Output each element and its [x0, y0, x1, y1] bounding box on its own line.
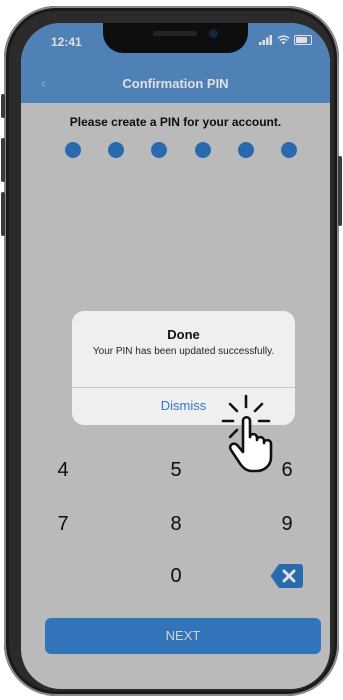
keypad-key-4[interactable]: 4	[33, 455, 93, 485]
front-camera	[209, 29, 218, 38]
volume-down-button	[1, 192, 5, 236]
mute-switch	[1, 94, 5, 118]
pin-dot	[194, 142, 211, 158]
battery-icon	[294, 35, 312, 45]
status-time: 12:41	[51, 35, 82, 49]
alert-title: Done	[167, 327, 200, 342]
pin-dot	[108, 142, 125, 158]
next-button[interactable]: NEXT	[45, 618, 321, 654]
alert-message: Your PIN has been updated successfully.	[92, 346, 275, 357]
status-icons	[259, 35, 312, 45]
pin-dot	[65, 142, 81, 158]
keypad-key-5[interactable]: 5	[146, 455, 206, 485]
pin-dot	[280, 142, 297, 158]
keypad-key-7[interactable]: 7	[33, 509, 93, 539]
signal-bars-icon	[259, 35, 272, 45]
backspace-icon[interactable]	[270, 563, 304, 589]
speaker-grille	[153, 31, 197, 36]
volume-up-button	[1, 138, 5, 182]
pin-dot	[237, 142, 254, 158]
keypad-key-8[interactable]: 8	[146, 509, 206, 539]
pin-prompt: Please create a PIN for your account.	[69, 115, 282, 129]
screen: 12:41 ‹ Confirmation PIN Please create a…	[21, 23, 330, 689]
keypad-key-0[interactable]: 0	[146, 561, 206, 591]
hand-tap-icon	[221, 394, 273, 473]
notch	[103, 23, 248, 53]
pin-dot	[151, 142, 168, 158]
pin-indicator	[65, 142, 297, 158]
power-button	[338, 156, 342, 226]
keypad-key-9[interactable]: 9	[257, 509, 317, 539]
wifi-icon	[277, 35, 290, 45]
page-title: Confirmation PIN	[122, 76, 229, 91]
phone-frame: 12:41 ‹ Confirmation PIN Please create a…	[1, 6, 342, 696]
